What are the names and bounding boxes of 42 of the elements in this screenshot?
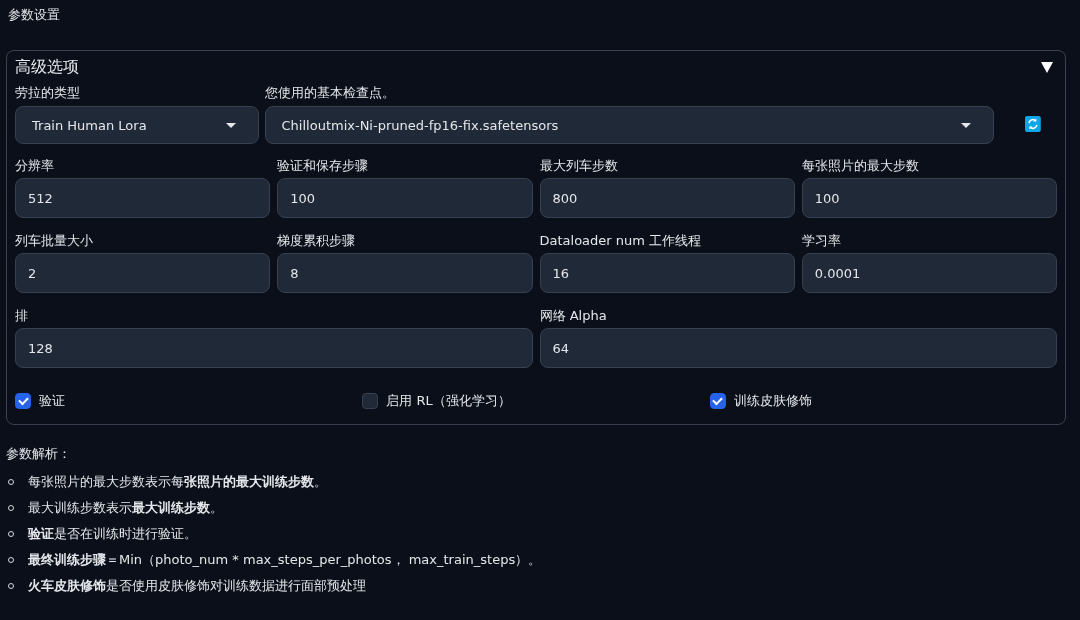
accordion-title: 高级选项 xyxy=(15,57,79,78)
note-text: 最终训练步骤＝Min（photo_num * max_steps_per_photos， max_train_steps）。 xyxy=(28,551,542,569)
number-input[interactable]: 2 xyxy=(15,253,271,293)
number-input[interactable]: 8 xyxy=(277,253,533,293)
checkbox[interactable] xyxy=(362,393,379,409)
refresh-icon[interactable] xyxy=(1025,116,1041,132)
field-label: 排 xyxy=(15,307,28,325)
number-input[interactable]: 800 xyxy=(539,178,795,218)
number-input[interactable]: 0.0001 xyxy=(801,253,1057,293)
note-text: 验证是否在训练时进行验证。 xyxy=(28,525,197,543)
field-label: Dataloader num 工作线程 xyxy=(539,232,702,250)
caret-icon xyxy=(225,122,236,128)
notes-heading: 参数解析： xyxy=(6,445,71,463)
field-label: 网络 Alpha xyxy=(539,307,607,325)
note-text: 火车皮肤修饰是否使用皮肤修饰对训练数据进行面部预处理 xyxy=(28,577,366,595)
number-input[interactable]: 100 xyxy=(277,178,533,218)
checkbox[interactable] xyxy=(15,393,31,409)
number-input[interactable]: 128 xyxy=(15,328,533,368)
checkbox-label: 启用 RL（强化学习） xyxy=(386,392,511,410)
dropdown[interactable]: Chilloutmix-Ni-pruned-fp16-fix.safetensors xyxy=(264,106,995,144)
field-label: 验证和保存步骤 xyxy=(277,157,369,175)
note-text: 每张照片的最大步数表示每张照片的最大训练步数。 xyxy=(28,473,327,491)
note-text: 最大训练步数表示最大训练步数。 xyxy=(28,499,223,517)
number-input[interactable]: 16 xyxy=(539,253,795,293)
field-label: 列车批量大小 xyxy=(15,232,93,250)
field-label: 学习率 xyxy=(801,232,841,250)
field-label: 分辨率 xyxy=(15,157,54,175)
field-label: 劳拉的类型 xyxy=(15,84,80,102)
dropdown[interactable]: Train Human Lora xyxy=(15,106,259,144)
number-input[interactable]: 100 xyxy=(801,178,1057,218)
checkbox-label: 验证 xyxy=(39,392,65,410)
section-title: 参数设置 xyxy=(8,6,60,24)
number-input[interactable]: 64 xyxy=(539,328,1057,368)
field-label: 您使用的基本检查点。 xyxy=(264,84,395,102)
collapse-triangle-icon[interactable] xyxy=(1041,62,1053,73)
number-input[interactable]: 512 xyxy=(15,178,271,218)
caret-icon xyxy=(961,122,972,128)
checkbox[interactable] xyxy=(709,393,726,409)
checkbox-label: 训练皮肤修饰 xyxy=(733,392,812,410)
field-label: 每张照片的最大步数 xyxy=(801,157,919,175)
field-label: 梯度累积步骤 xyxy=(277,232,356,250)
field-label: 最大列车步数 xyxy=(539,157,618,175)
